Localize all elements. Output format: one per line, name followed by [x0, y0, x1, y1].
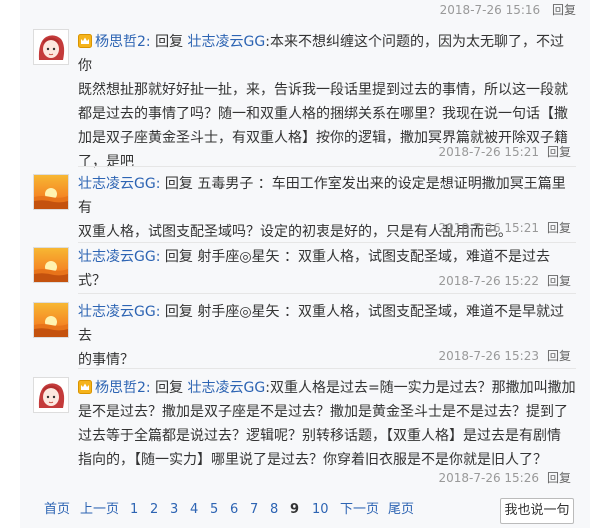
- page-link[interactable]: 8: [270, 496, 278, 524]
- next-page-link[interactable]: 下一页: [340, 496, 379, 524]
- anime-girl-avatar-icon: [34, 30, 68, 64]
- username[interactable]: 壮志凌云GG:: [78, 304, 160, 320]
- page-link[interactable]: 6: [230, 496, 238, 524]
- reply-target[interactable]: 壮志凌云GG: [188, 380, 266, 396]
- user-avatar[interactable]: [33, 174, 69, 210]
- reply-meta: 2018-7-26 15:21 回复: [438, 220, 571, 236]
- reply-target[interactable]: 壮志凌云GG: [188, 34, 266, 50]
- reply-word: 回复: [164, 176, 193, 192]
- divider: [78, 166, 576, 167]
- reply-time: 2018-7-26 15:21: [438, 145, 539, 159]
- reply-text: 既然想扯那就好好扯一扯，来，告诉我一段话里提到过去的事情，所以这一段就: [78, 82, 568, 98]
- sunset-avatar-icon: [34, 248, 68, 282]
- reply-word: 回复: [164, 249, 193, 265]
- say-something-button[interactable]: 我也说一句: [500, 498, 574, 524]
- reply-text: 过去等于全篇都是说过去？逻辑呢？别转移话题，【双重人格】是过去是有剧情: [78, 428, 561, 444]
- reply-target[interactable]: 射手座◎星矢: [197, 304, 279, 320]
- top-meta: 2018-7-26 15:16 回复: [20, 0, 576, 20]
- reply-link[interactable]: 回复: [547, 145, 571, 159]
- prev-page-link[interactable]: 上一页: [80, 496, 119, 524]
- page-link[interactable]: 10: [312, 496, 329, 524]
- reply-text: :本来不想纠缠这个问题的，因为太无聊了，不过你: [78, 34, 564, 74]
- reply-text: 都是过去的事情了吗？随一和双重人格的捆绑关系在哪里？我现在说一句话【撒: [78, 106, 568, 122]
- page-link[interactable]: 7: [250, 496, 258, 524]
- pagination: 首页 上一页 1 2 3 4 5 6 7 8 9 10 下一页 尾页 我也说一句: [20, 496, 576, 524]
- divider: [78, 368, 576, 369]
- reply-time: 2018-7-26 15:21: [438, 221, 539, 235]
- reply-content: 杨思哲2: 回复 壮志凌云GG:双重人格是过去=随一实力是过去？那撒加叫撒加 是…: [78, 376, 576, 472]
- reply-link[interactable]: 回复: [547, 349, 571, 363]
- reply-meta: 2018-7-26 15:23 回复: [438, 348, 571, 364]
- reply-link[interactable]: 回复: [547, 471, 571, 485]
- reply-link[interactable]: 回复: [547, 221, 571, 235]
- first-page-link[interactable]: 首页: [44, 496, 70, 524]
- reply-link[interactable]: 回复: [552, 3, 576, 17]
- divider: [78, 293, 576, 294]
- vip-crown-icon: [78, 32, 92, 48]
- reply-meta: 2018-7-26 15:26 回复: [438, 470, 571, 486]
- reply-thread: 2018-7-26 15:16 回复 杨思哲2: 回复 壮志凌云GG:本来不想纠…: [0, 0, 600, 528]
- page-link[interactable]: 1: [130, 496, 138, 524]
- user-avatar[interactable]: [33, 302, 69, 338]
- vip-crown-icon: [78, 378, 92, 394]
- reply-time: 2018-7-26 15:16: [439, 3, 541, 17]
- page-link[interactable]: 5: [210, 496, 218, 524]
- reply-link[interactable]: 回复: [547, 274, 571, 288]
- current-page: 9: [290, 502, 300, 517]
- username[interactable]: 杨思哲2:: [95, 380, 151, 396]
- username[interactable]: 壮志凌云GG:: [78, 249, 160, 265]
- user-avatar[interactable]: [33, 247, 69, 283]
- anime-girl-avatar-icon: [34, 378, 68, 412]
- reply-time: 2018-7-26 15:22: [438, 274, 539, 288]
- username[interactable]: 壮志凌云GG:: [78, 176, 160, 192]
- reply-meta: 2018-7-26 15:22 回复: [438, 273, 571, 289]
- reply-target[interactable]: 射手座◎星矢: [197, 249, 279, 265]
- user-avatar[interactable]: [33, 29, 69, 65]
- page-link[interactable]: 2: [150, 496, 158, 524]
- reply-time: 2018-7-26 15:26: [438, 471, 539, 485]
- reply-time: 2018-7-26 15:23: [438, 349, 539, 363]
- reply-word: 回复: [155, 34, 184, 50]
- last-page-link[interactable]: 尾页: [388, 496, 414, 524]
- page-link[interactable]: 3: [170, 496, 178, 524]
- user-avatar[interactable]: [33, 377, 69, 413]
- reply-target[interactable]: 五毒男子: [197, 176, 253, 192]
- sunset-avatar-icon: [34, 175, 68, 209]
- reply-text: 是不是过去？撒加是双子座是不是过去？撒加是黄金圣斗士是不是过去？提到了: [78, 404, 568, 420]
- username[interactable]: 杨思哲2:: [95, 34, 151, 50]
- page-link[interactable]: 4: [190, 496, 198, 524]
- reply-meta: 2018-7-26 15:21 回复: [438, 144, 571, 160]
- reply-word: 回复: [155, 380, 184, 396]
- reply-word: 回复: [164, 304, 193, 320]
- sunset-avatar-icon: [34, 303, 68, 337]
- reply-text: :双重人格是过去=随一实力是过去？那撒加叫撒加: [265, 380, 576, 396]
- reply-text: 指向的，【随一实力】哪里说了是过去？你穿着旧衣服是不是你就是旧人了？: [78, 452, 547, 468]
- divider: [78, 242, 576, 243]
